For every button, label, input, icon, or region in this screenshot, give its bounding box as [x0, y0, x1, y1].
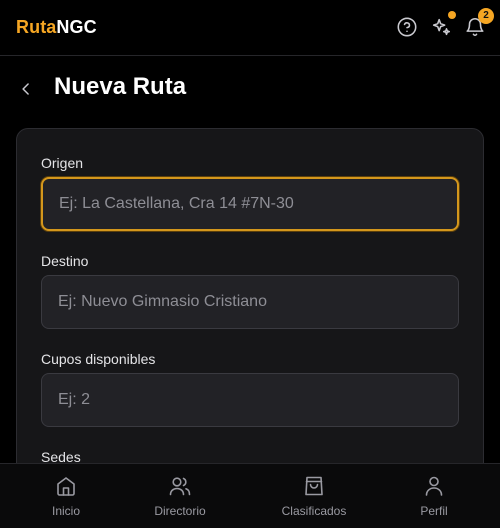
nav-item-perfil[interactable]: Perfil [384, 474, 484, 518]
nav-label-inicio: Inicio [51, 504, 80, 518]
app-logo[interactable]: RutaNGC [16, 17, 97, 38]
nav-label-directorio: Directorio [154, 504, 206, 518]
brand-accent: Ruta [16, 17, 57, 37]
brand-rest: NGC [56, 17, 97, 37]
bottom-nav: Inicio Directorio Clasificados Perfil [0, 463, 500, 528]
top-actions: 2 [396, 8, 494, 38]
nav-item-inicio[interactable]: Inicio [16, 474, 116, 518]
destino-label: Destino [41, 253, 89, 269]
user-icon [422, 474, 446, 498]
home-icon [54, 474, 78, 498]
top-bar: RutaNGC 2 [0, 0, 500, 56]
destino-input[interactable] [41, 275, 459, 329]
chevron-left-icon[interactable] [16, 79, 36, 99]
help-icon[interactable] [396, 16, 418, 38]
nav-label-perfil: Perfil [420, 504, 448, 518]
shopping-bag-icon [302, 474, 326, 498]
cupos-input[interactable] [41, 373, 459, 427]
sparkles-icon[interactable] [430, 11, 456, 38]
nav-item-directorio[interactable]: Directorio [130, 474, 230, 518]
nav-item-clasificados[interactable]: Clasificados [264, 474, 364, 518]
page-title: Nueva Ruta [54, 73, 187, 100]
bell-icon[interactable]: 2 [464, 8, 494, 38]
sparkles-dot [448, 11, 456, 19]
origen-input[interactable] [41, 177, 459, 231]
notification-badge: 2 [478, 8, 494, 24]
nav-label-clasificados: Clasificados [281, 504, 347, 518]
origen-label: Origen [41, 155, 84, 171]
page-header: Nueva Ruta [0, 57, 500, 119]
cupos-label: Cupos disponibles [41, 351, 156, 367]
users-icon [168, 474, 192, 498]
